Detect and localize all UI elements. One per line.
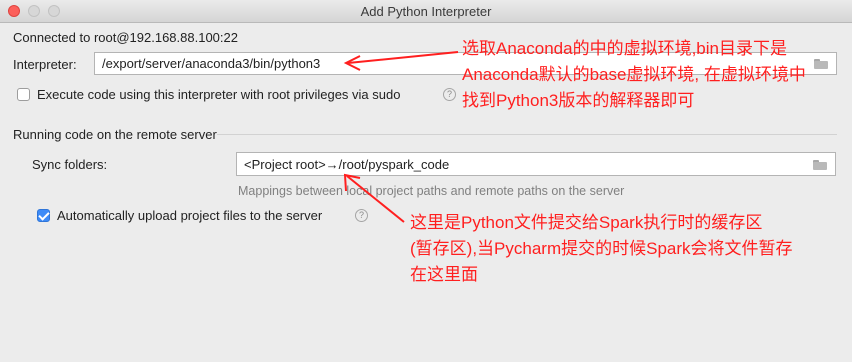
annotation-arrow-top xyxy=(347,51,459,64)
annotation-arrow-bottom xyxy=(346,175,405,223)
annotation-arrows xyxy=(343,51,459,223)
